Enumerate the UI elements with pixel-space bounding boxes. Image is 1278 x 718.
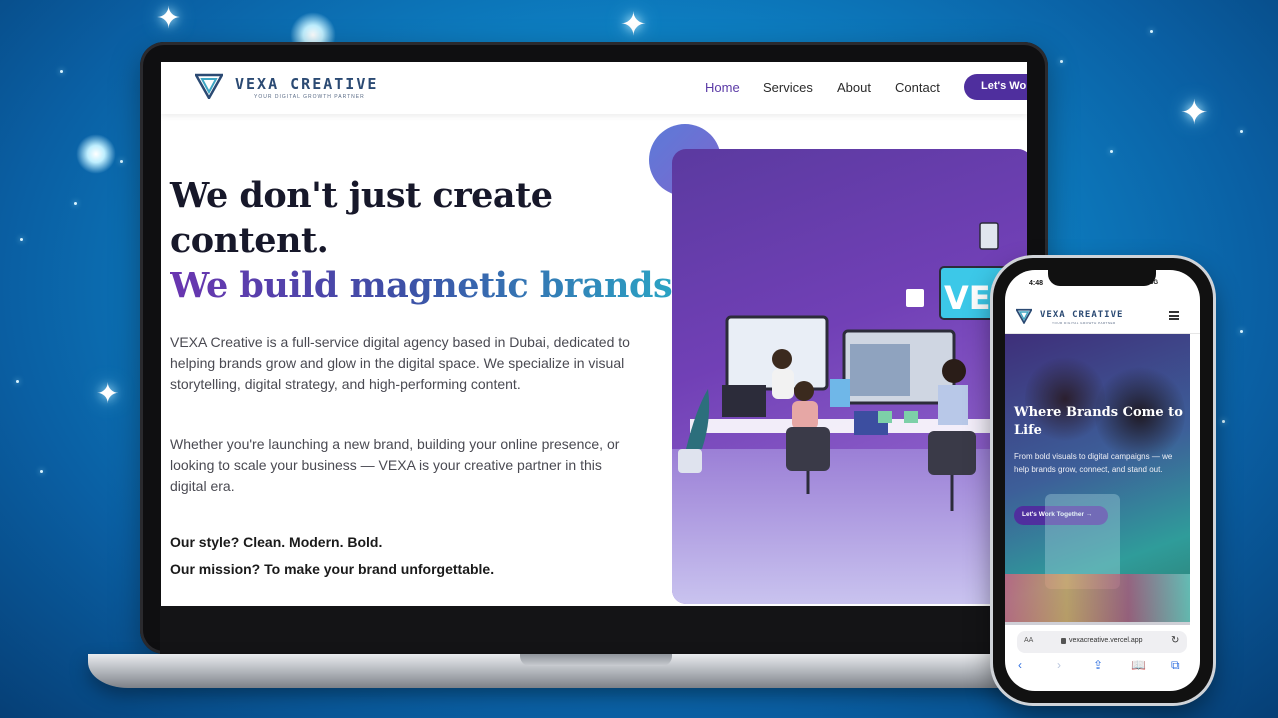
office-scene-graphic: VEX xyxy=(672,222,1027,604)
bookmarks-icon[interactable]: 📖 xyxy=(1131,658,1146,672)
phone-hero-colors xyxy=(1005,574,1190,624)
star-dot xyxy=(16,380,19,383)
phone-hero-section: Where Brands Come to Life From bold visu… xyxy=(1005,334,1190,624)
star-dot xyxy=(1150,30,1153,33)
lock-icon xyxy=(1061,638,1066,644)
hero-paragraph-partner: Whether you're launching a new brand, bu… xyxy=(170,436,620,494)
share-icon[interactable]: ⇪ xyxy=(1093,658,1103,672)
phone-navbar: VEXA CREATIVE YOUR DIGITAL GROWTH PARTNE… xyxy=(1005,300,1200,334)
phone-hero-title: Where Brands Come to Life xyxy=(1014,405,1183,438)
brand-name[interactable]: VEXA CREATIVE xyxy=(235,75,378,93)
laptop-hinge-notch xyxy=(520,654,672,666)
vexa-logo-icon[interactable] xyxy=(1016,308,1032,324)
star-dot xyxy=(120,160,123,163)
phone-hero-text: From bold visuals to digital campaigns —… xyxy=(1014,452,1173,474)
reload-icon[interactable]: ↻ xyxy=(1171,635,1179,646)
star-dot xyxy=(1110,150,1113,153)
laptop-screen: VEXA CREATIVE YOUR DIGITAL GROWTH PARTNE… xyxy=(161,62,1027,606)
hero-paragraph-intro: VEXA Creative is a full-service digital … xyxy=(170,334,630,392)
phone-scroll-indicator xyxy=(1005,622,1190,625)
vexa-logo-icon[interactable] xyxy=(195,73,223,99)
hero-headline-line2: content. xyxy=(170,220,329,261)
star-dot xyxy=(60,70,63,73)
star-dot xyxy=(1222,420,1225,423)
style-statement: Our style? Clean. Modern. Bold. xyxy=(170,534,383,550)
back-icon[interactable]: ‹ xyxy=(1018,658,1022,672)
brand-tagline: YOUR DIGITAL GROWTH PARTNER xyxy=(254,94,365,100)
forward-icon[interactable]: › xyxy=(1057,658,1061,672)
sparkle-icon: ✦ xyxy=(156,2,182,35)
site-navbar: VEXA CREATIVE YOUR DIGITAL GROWTH PARTNE… xyxy=(161,62,1027,114)
phone-screen: 4:48 5G VEXA CREATIVE YOUR DIGITAL GROWT… xyxy=(1005,270,1200,691)
nav-link-services[interactable]: Services xyxy=(763,80,813,95)
phone-brand-name[interactable]: VEXA CREATIVE xyxy=(1040,310,1123,320)
nav-link-about[interactable]: About xyxy=(837,80,871,95)
hero-headline-line1: We don't just create xyxy=(170,175,553,216)
phone-address-bar[interactable]: AA vexacreative.vercel.app ↻ xyxy=(1017,631,1187,653)
star-dot xyxy=(20,238,23,241)
nav-link-home[interactable]: Home xyxy=(705,80,740,95)
phone-status-time: 4:48 xyxy=(1029,280,1044,287)
star-dot xyxy=(40,470,43,473)
tabs-icon[interactable]: ⧉ xyxy=(1171,658,1180,673)
star-dot xyxy=(1240,130,1243,133)
star-dot xyxy=(1060,60,1063,63)
laptop-bezel xyxy=(160,606,1028,654)
nav-link-contact[interactable]: Contact xyxy=(895,80,940,95)
glow-orb xyxy=(76,134,116,174)
hamburger-icon[interactable] xyxy=(1169,311,1179,320)
reader-mode-icon[interactable]: AA xyxy=(1024,637,1033,644)
star-dot xyxy=(1240,330,1243,333)
hero-office-illustration: VEX xyxy=(672,149,1027,604)
sparkle-icon: ✦ xyxy=(620,6,647,42)
phone-notch xyxy=(1048,270,1156,286)
hero-headline-gradient: We build magnetic brands. xyxy=(170,265,684,306)
sparkle-icon: ✦ xyxy=(96,378,120,409)
mission-statement: Our mission? To make your brand unforget… xyxy=(170,561,495,577)
lets-work-button[interactable]: Let's Wo xyxy=(964,74,1027,100)
star-dot xyxy=(74,202,77,205)
sparkle-icon: ✦ xyxy=(1180,94,1209,132)
phone-url[interactable]: vexacreative.vercel.app xyxy=(1069,637,1143,644)
phone-brand-tagline: YOUR DIGITAL GROWTH PARTNER xyxy=(1052,321,1116,325)
